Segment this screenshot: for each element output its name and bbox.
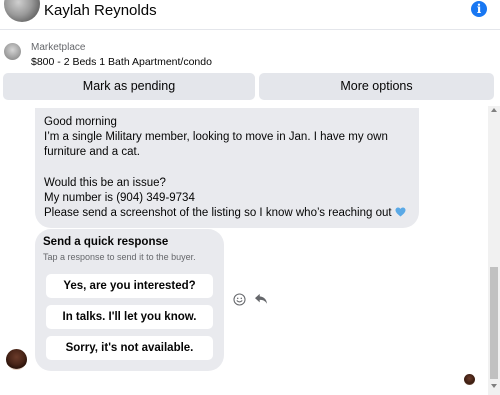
contact-name[interactable]: Kaylah Reynolds (44, 2, 157, 19)
sender-avatar[interactable] (6, 349, 27, 370)
marketplace-label: Marketplace (31, 42, 86, 53)
more-options-button[interactable]: More options (259, 73, 494, 100)
quick-response-option[interactable]: In talks. I'll let you know. (46, 305, 213, 329)
mark-as-pending-button[interactable]: Mark as pending (3, 73, 255, 100)
quick-response-option[interactable]: Yes, are you interested? (46, 274, 213, 298)
quick-response-option[interactable]: Sorry, it's not available. (46, 336, 213, 360)
reply-icon[interactable] (254, 293, 268, 305)
scroll-up-arrow-icon[interactable] (491, 108, 497, 112)
scrollbar-thumb[interactable] (490, 267, 498, 379)
incoming-message-bubble: Good morning I’m a single Military membe… (35, 108, 419, 228)
quick-response-card: Send a quick response Tap a response to … (35, 229, 224, 371)
chat-header: Kaylah Reynolds i (0, 0, 500, 30)
listing-thumbnail[interactable] (4, 43, 21, 60)
scroll-down-arrow-icon[interactable] (491, 384, 497, 388)
info-icon[interactable]: i (471, 1, 487, 17)
contact-avatar[interactable] (4, 0, 40, 22)
message-text: Good morning I’m a single Military membe… (44, 116, 392, 220)
listing-title[interactable]: $800 - 2 Beds 1 Bath Apartment/condo (31, 56, 212, 68)
quick-response-subtitle: Tap a response to send it to the buyer. (43, 252, 196, 262)
emoji-reaction-icon[interactable] (233, 293, 246, 306)
blue-heart-icon (395, 207, 406, 217)
read-receipt-avatar (464, 374, 475, 385)
quick-response-title: Send a quick response (43, 236, 169, 248)
